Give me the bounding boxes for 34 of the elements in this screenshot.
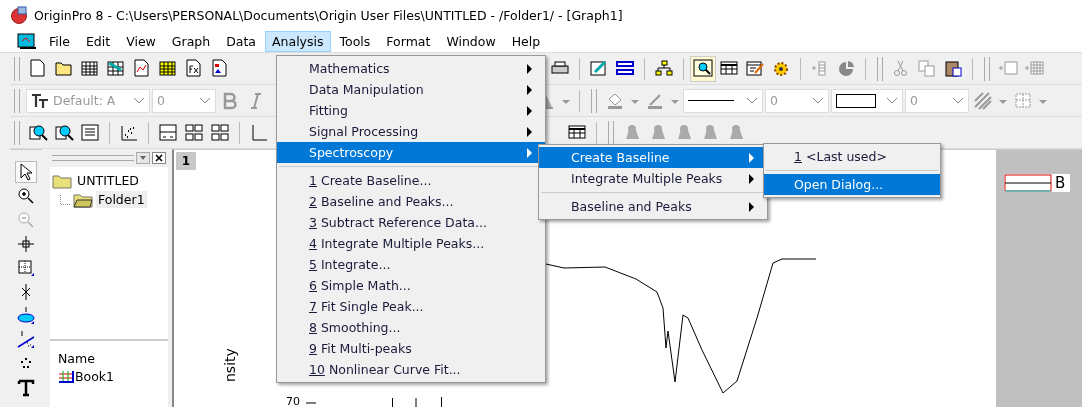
menu-item[interactable]: Analysis [265, 30, 331, 52]
menu-option[interactable]: 6 Simple Math... [277, 275, 545, 296]
menu-option[interactable]: Fitting [277, 100, 545, 121]
menu-option[interactable]: 1 <Last used> [764, 146, 940, 167]
menu-item[interactable]: File [42, 30, 77, 52]
menu-option[interactable]: Mathematics [277, 58, 545, 79]
window-title: OriginPro 8 - C:\Users\PERSONAL\Documents\Origin User Files\UNTITLED - /Folder1/ - [Graph1] [34, 7, 623, 23]
column-header: Name [58, 351, 96, 368]
tick-label: 70 [286, 397, 300, 407]
menu-item[interactable]: Help [504, 30, 548, 52]
layer-tab[interactable]: 1 [176, 152, 196, 170]
menu-item[interactable]: Edit [78, 30, 118, 52]
menu-item[interactable]: Format [379, 30, 438, 52]
menu-option[interactable]: 8 Smoothing... [277, 317, 545, 338]
menu-option[interactable]: Signal Processing [277, 121, 545, 142]
axis-title: nsity [222, 348, 238, 382]
menu-option[interactable]: 9 Fit Multi-peaks [277, 338, 545, 359]
menu-option[interactable]: 7 Fit Single Peak... [277, 296, 545, 317]
menu-option[interactable]: 4 Integrate Multiple Peaks... [277, 233, 545, 254]
menu-option[interactable]: 10 Nonlinear Curve Fit... [277, 359, 545, 380]
menu-item[interactable]: Window [439, 30, 503, 52]
menu-item[interactable]: Graph [164, 30, 218, 52]
menu-item[interactable]: Data [219, 30, 263, 52]
menu-item[interactable]: Tools [332, 30, 378, 52]
menu-option[interactable]: 5 Integrate... [277, 254, 545, 275]
menu-option[interactable]: Data Manipulation [277, 79, 545, 100]
menu-option[interactable]: Open Dialog... [764, 174, 940, 195]
legend-label: B [1054, 174, 1067, 192]
menu-option[interactable]: Spectroscopy [277, 142, 545, 163]
folder-item[interactable]: Folder1 [96, 191, 147, 208]
workbook-item[interactable]: Book1 [75, 369, 115, 384]
folder-item[interactable]: UNTITLED [75, 172, 141, 189]
menu-item[interactable]: View [119, 30, 163, 52]
menu-option[interactable]: Integrate Multiple Peaks [539, 168, 767, 189]
